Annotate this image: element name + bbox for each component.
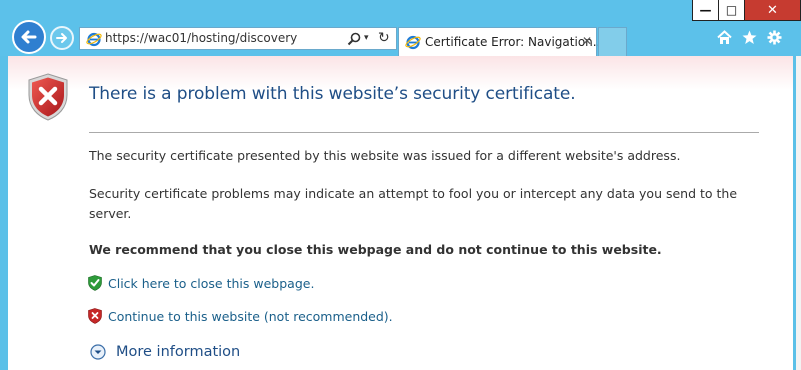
error-shield-icon <box>28 73 68 121</box>
new-tab-button[interactable] <box>598 27 627 56</box>
tab-close-icon[interactable]: ✕ <box>582 34 592 48</box>
continue-to-website-link[interactable]: Continue to this website (not recommende… <box>108 309 393 324</box>
scrollbar[interactable] <box>793 56 801 370</box>
home-icon[interactable] <box>717 29 732 46</box>
window-controls: — □ ✕ <box>692 0 801 21</box>
more-information-label[interactable]: More information <box>116 344 240 360</box>
certificate-mismatch-text: The security certificate presented by th… <box>89 148 681 163</box>
security-warning-text: Security certificate problems may indica… <box>89 186 738 221</box>
red-x-shield-icon <box>88 308 102 324</box>
page-title: There is a problem with this website’s s… <box>89 84 576 104</box>
forward-button[interactable] <box>50 26 74 50</box>
forward-arrow-icon <box>56 33 67 43</box>
continue-row: Continue to this website (not recommende… <box>88 308 393 324</box>
close-webpage-link[interactable]: Click here to close this webpage. <box>108 276 314 291</box>
ie-page-icon <box>86 32 102 47</box>
search-icon[interactable] <box>346 31 362 47</box>
back-button[interactable] <box>12 20 46 54</box>
page-content: There is a problem with this website’s s… <box>8 56 793 370</box>
maximize-button[interactable]: □ <box>719 0 745 21</box>
settings-gear-icon[interactable] <box>767 29 782 46</box>
toolbar-icons <box>717 29 782 46</box>
more-information-toggle[interactable]: More information <box>90 344 240 360</box>
scrollbar-thumb[interactable] <box>796 56 801 370</box>
tab-certificate-error[interactable]: Certificate Error: Navigation... ✕ <box>398 27 604 56</box>
ie-page-icon <box>405 35 421 50</box>
close-page-row: Click here to close this webpage. <box>88 275 314 291</box>
back-arrow-icon <box>21 30 37 44</box>
refresh-icon[interactable]: ↻ <box>378 30 390 46</box>
minimize-button[interactable]: — <box>692 0 719 21</box>
close-window-button[interactable]: ✕ <box>745 0 801 21</box>
favorites-star-icon[interactable] <box>742 29 757 46</box>
url-text[interactable]: https://wac01/hosting/discovery <box>105 31 297 45</box>
green-check-shield-icon <box>88 275 102 291</box>
tab-title: Certificate Error: Navigation... <box>425 35 605 49</box>
address-bar[interactable]: https://wac01/hosting/discovery ▾ ↻ <box>79 27 397 50</box>
chevron-down-circle-icon[interactable] <box>90 344 106 360</box>
recommendation-text: We recommend that you close this webpage… <box>89 242 662 257</box>
address-dropdown-icon[interactable]: ▾ <box>364 33 369 43</box>
divider <box>89 132 759 133</box>
